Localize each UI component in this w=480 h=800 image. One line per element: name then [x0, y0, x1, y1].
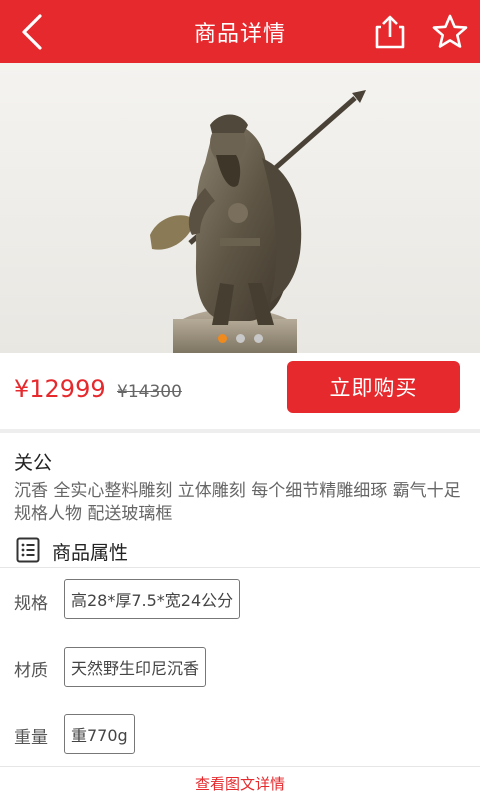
back-chevron-icon	[22, 14, 42, 50]
star-icon	[432, 14, 468, 48]
view-details-link[interactable]: 查看图文详情	[195, 773, 285, 794]
carousel-dot[interactable]	[253, 334, 263, 343]
carousel-dot[interactable]	[217, 334, 227, 343]
list-icon	[16, 537, 40, 563]
back-button[interactable]	[14, 12, 50, 52]
product-name: 关公	[14, 452, 53, 474]
attribute-value: 重770g	[64, 714, 135, 754]
current-price: ¥12999	[14, 375, 106, 403]
product-description: 沉香 全实心整料雕刻 立体雕刻 每个细节精雕细琢 霸气十足 规格人物 配送玻璃框	[14, 481, 461, 524]
share-icon	[375, 15, 405, 49]
buy-now-button[interactable]: 立即购买	[287, 361, 460, 413]
page-title: 商品详情	[193, 21, 286, 47]
carousel-indicators	[0, 334, 480, 343]
price-bar: ¥12999 ¥14300 立即购买	[0, 353, 480, 429]
product-image-carousel[interactable]	[0, 63, 480, 353]
attribute-value: 高28*厚7.5*宽24公分	[64, 579, 241, 619]
favorite-button[interactable]	[430, 13, 470, 51]
attribute-key: 重量	[14, 728, 48, 748]
top-nav-bar: 商品详情	[0, 0, 480, 63]
attributes-title: 商品属性	[52, 542, 129, 564]
carousel-dot[interactable]	[235, 334, 245, 343]
section-divider	[0, 429, 480, 433]
attribute-key: 材质	[14, 661, 48, 681]
share-button[interactable]	[370, 13, 410, 51]
original-price: ¥14300	[117, 382, 182, 402]
footer-bar: 查看图文详情	[0, 766, 480, 800]
attribute-key: 规格	[14, 594, 48, 614]
attribute-value: 天然野生印尼沉香	[64, 647, 207, 687]
product-photo	[0, 63, 480, 353]
attributes-header: 商品属性	[0, 534, 480, 568]
